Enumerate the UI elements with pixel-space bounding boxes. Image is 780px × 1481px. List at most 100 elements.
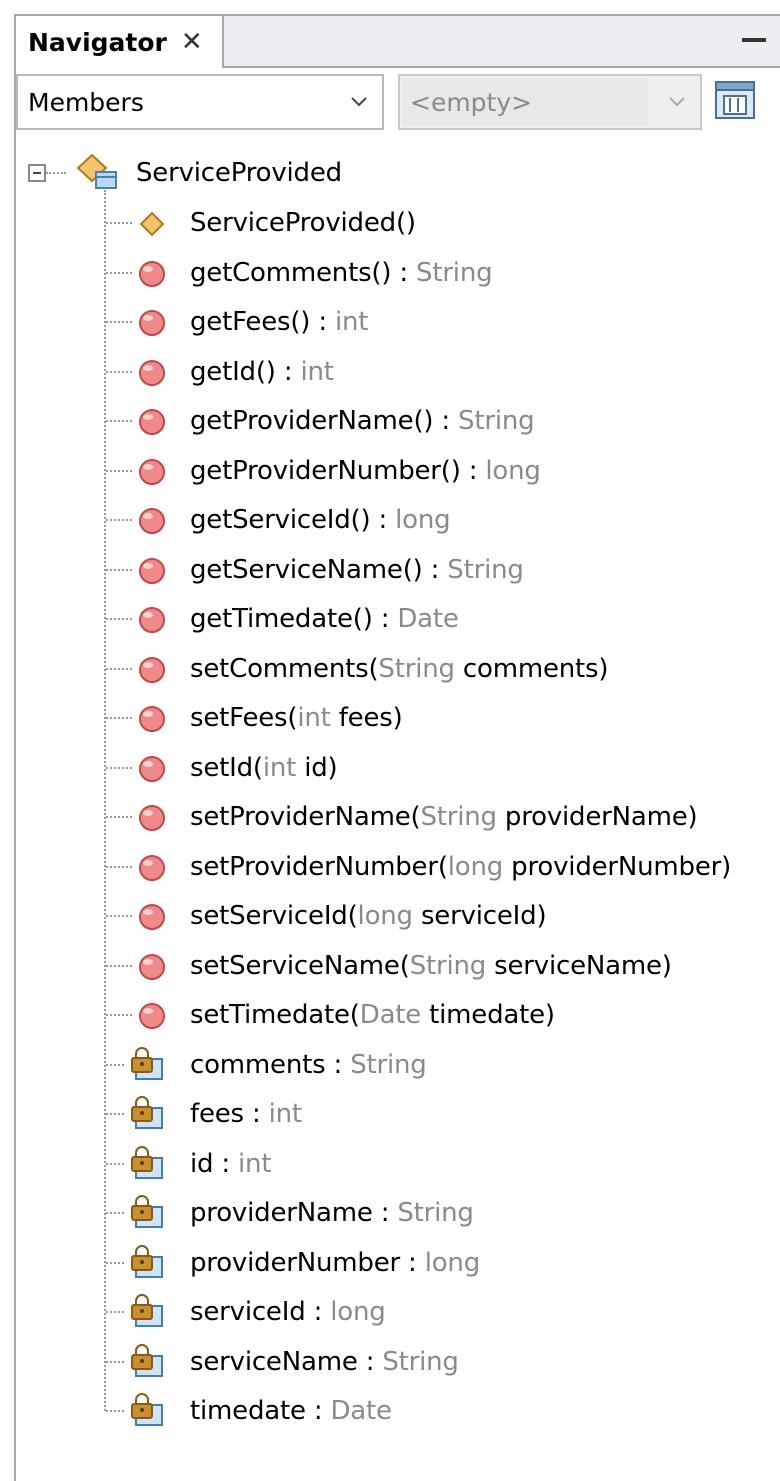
close-icon[interactable]: ✕: [181, 29, 203, 55]
member-text: providerNumber: [190, 1247, 400, 1278]
tree-member-method[interactable]: setServiceId(long serviceId): [16, 891, 780, 941]
member-text: :: [310, 307, 335, 337]
member-text: :: [433, 406, 459, 436]
member-text: getServiceId(): [190, 505, 371, 535]
collapse-icon[interactable]: [28, 164, 46, 182]
type-text: String: [420, 802, 497, 832]
tree-member-method[interactable]: getServiceId() : long: [16, 495, 780, 545]
private-field-lock-icon: [131, 1244, 163, 1278]
private-method-icon: [139, 557, 165, 584]
member-text: :: [243, 1099, 269, 1129]
class-name: ServiceProvided: [136, 158, 342, 188]
type-text: long: [424, 1247, 481, 1278]
member-label: setServiceId(long serviceId): [190, 901, 547, 931]
member-label: setProviderNumber(long providerNumber): [190, 852, 731, 882]
member-text: id: [190, 1148, 214, 1179]
minimize-icon[interactable]: [742, 38, 766, 42]
type-text: long: [330, 1297, 386, 1327]
filter-options-icon[interactable]: [710, 76, 760, 126]
member-text: getProviderName(): [190, 406, 434, 436]
type-text: int: [334, 307, 369, 337]
member-text: comments: [190, 1049, 326, 1080]
private-method-icon: [139, 458, 165, 485]
tree-member-method[interactable]: getProviderNumber() : long: [16, 446, 780, 496]
tree-member-method[interactable]: setProviderNumber(long providerNumber): [16, 842, 780, 892]
member-text: setProviderNumber(: [190, 851, 448, 882]
tree-member-field[interactable]: providerName : String: [16, 1188, 780, 1238]
tree-member-method[interactable]: getFees() : int: [16, 297, 780, 347]
tree-member-field[interactable]: serviceName : String: [16, 1337, 780, 1387]
member-text: :: [213, 1148, 239, 1179]
private-method-icon: [139, 953, 165, 980]
member-label: getId() : int: [190, 357, 334, 387]
member-label: providerNumber : long: [190, 1248, 480, 1278]
navigator-panel: Navigator ✕ Members <empty> ServiceProvi…: [14, 14, 780, 1481]
member-text: timedate: [190, 1396, 306, 1426]
tab-navigator[interactable]: Navigator ✕: [16, 16, 224, 68]
type-text: long: [447, 851, 504, 882]
tree-root-class[interactable]: ServiceProvided: [16, 148, 780, 198]
member-text: :: [391, 257, 417, 288]
chevron-down-icon: [351, 97, 367, 107]
tree-member-method[interactable]: setFees(int fees): [16, 693, 780, 743]
member-text: providerNumber): [503, 851, 732, 882]
private-method-icon: [139, 409, 165, 435]
tree-member-field[interactable]: comments : String: [16, 1040, 780, 1090]
private-method-icon: [139, 310, 165, 336]
tree-member-method[interactable]: getComments() : String: [16, 248, 780, 298]
tree-member-method[interactable]: setProviderName(String providerName): [16, 792, 780, 842]
member-text: serviceName: [190, 1346, 358, 1377]
type-text: String: [409, 950, 487, 981]
member-label: serviceId : long: [190, 1297, 386, 1327]
member-text: fees: [190, 1099, 244, 1129]
private-field-lock-icon: [131, 1046, 163, 1080]
private-field-lock-icon: [131, 1343, 163, 1377]
member-label: fees : int: [190, 1099, 302, 1129]
member-label: setId(int id): [190, 753, 338, 783]
type-text: int: [297, 703, 331, 733]
member-text: getFees(): [190, 307, 311, 337]
member-text: serviceId): [412, 901, 547, 931]
member-label: setTimedate(Date timedate): [190, 1000, 555, 1030]
member-text: getProviderNumber(): [190, 455, 461, 486]
tree-member-method[interactable]: getId() : int: [16, 347, 780, 397]
private-method-icon: [139, 656, 165, 683]
type-text: String: [378, 653, 455, 684]
type-text: String: [416, 257, 493, 288]
tree-member-field[interactable]: serviceId : long: [16, 1287, 780, 1337]
member-text: setServiceName(: [190, 950, 410, 981]
type-text: Date: [330, 1396, 392, 1426]
member-label: getComments() : String: [190, 257, 493, 288]
member-text: :: [372, 604, 398, 634]
member-text: :: [372, 1198, 398, 1228]
private-field-lock-icon: [131, 1096, 163, 1129]
member-label: setComments(String comments): [190, 653, 609, 684]
tree-member-constructor[interactable]: ServiceProvided(): [16, 198, 780, 248]
view-mode-dropdown[interactable]: Members: [16, 74, 384, 130]
tree-member-field[interactable]: fees : int: [16, 1089, 780, 1139]
private-method-icon: [139, 706, 165, 732]
member-text: :: [305, 1297, 331, 1327]
tree-member-method[interactable]: setTimedate(Date timedate): [16, 990, 780, 1040]
member-label: timedate : Date: [190, 1396, 392, 1426]
tree-member-field[interactable]: id : int: [16, 1139, 780, 1189]
tree-member-method[interactable]: getProviderName() : String: [16, 396, 780, 446]
tree-member-method[interactable]: setComments(String comments): [16, 644, 780, 694]
tree-member-method[interactable]: getServiceName() : String: [16, 545, 780, 595]
type-text: String: [458, 406, 535, 436]
member-text: :: [275, 356, 301, 387]
member-label: setServiceName(String serviceName): [190, 951, 672, 981]
tree-member-field[interactable]: timedate : Date: [16, 1386, 780, 1436]
tree-member-method[interactable]: setServiceName(String serviceName): [16, 941, 780, 991]
member-text: setId(: [190, 752, 263, 783]
type-text: String: [350, 1049, 427, 1080]
tree-member-method[interactable]: getTimedate() : Date: [16, 594, 780, 644]
member-text: setComments(: [190, 653, 379, 684]
secondary-dropdown[interactable]: <empty>: [398, 74, 702, 130]
member-text: serviceName): [486, 950, 672, 981]
member-text: comments): [454, 653, 609, 684]
type-text: String: [447, 554, 524, 585]
tree-member-field[interactable]: providerNumber : long: [16, 1238, 780, 1288]
tree-member-method[interactable]: setId(int id): [16, 743, 780, 793]
private-method-icon: [139, 755, 165, 782]
